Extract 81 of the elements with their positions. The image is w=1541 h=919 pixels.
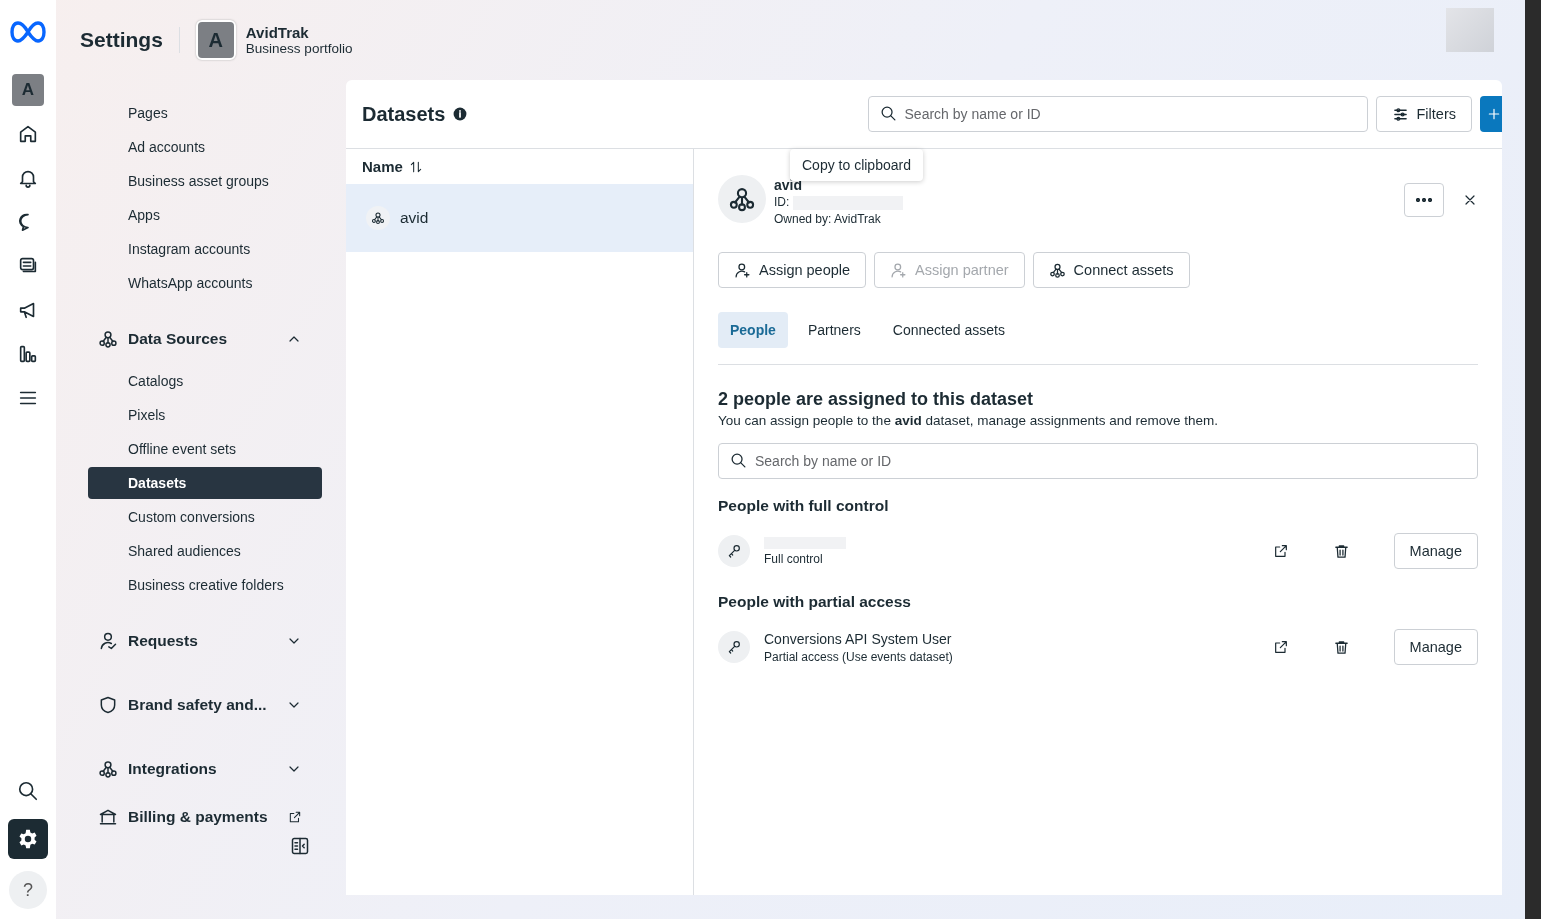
sidebar-item[interactable]: WhatsApp accounts xyxy=(88,266,322,300)
group-heading: People with full control xyxy=(718,497,890,515)
account-avatar[interactable]: A xyxy=(12,74,44,106)
dataset-name: avid xyxy=(400,209,429,227)
more-button[interactable] xyxy=(1404,183,1444,217)
portfolio-type: Business portfolio xyxy=(245,41,353,56)
sidebar-item[interactable]: Ad accounts xyxy=(88,130,322,164)
page-title: Settings xyxy=(80,27,180,53)
sidebar-item[interactable]: Apps xyxy=(88,198,322,232)
home-icon[interactable] xyxy=(17,123,39,145)
search-field[interactable]: Search by name or ID xyxy=(867,96,1368,132)
action-button[interactable]: Assign people xyxy=(718,252,867,288)
sidebar-item[interactable]: Shared audiences xyxy=(88,534,322,568)
settings-icon[interactable] xyxy=(17,828,39,850)
more-icon xyxy=(1416,198,1432,202)
key-icon xyxy=(726,543,742,559)
section-header[interactable]: Billing & payments xyxy=(128,808,278,826)
sidebar-item[interactable]: Custom conversions xyxy=(88,500,322,534)
filters-button[interactable]: Filters xyxy=(1375,96,1472,132)
sidebar-item[interactable]: Pages xyxy=(88,96,322,130)
external-link-icon[interactable] xyxy=(288,810,302,824)
sidebar-item[interactable]: Pixels xyxy=(88,398,322,432)
settings-button[interactable] xyxy=(8,819,48,859)
portfolio-avatar[interactable]: A xyxy=(195,20,236,60)
help-button[interactable]: ? xyxy=(9,871,47,909)
external-link-icon[interactable] xyxy=(1272,543,1289,559)
collapse-sidebar-icon[interactable] xyxy=(290,836,310,856)
person-add-icon xyxy=(734,261,751,279)
person-add-icon xyxy=(890,261,908,279)
trash-icon[interactable] xyxy=(1332,542,1350,560)
nodes-icon xyxy=(371,211,385,225)
group-heading: People with partial access xyxy=(718,593,912,611)
person-check-icon xyxy=(98,631,118,651)
dataset-row[interactable]: avid xyxy=(346,184,693,252)
manage-button[interactable]: Manage xyxy=(1393,533,1478,569)
search-field[interactable]: Search by name or ID xyxy=(718,443,1478,479)
sort-icon[interactable] xyxy=(408,159,423,174)
section-header[interactable]: Brand safety and... xyxy=(128,696,276,714)
nodes-icon xyxy=(98,759,118,779)
nodes-icon xyxy=(728,185,756,213)
info-icon[interactable] xyxy=(453,107,468,121)
owner-text: Owned by: AvidTrak xyxy=(774,211,882,228)
sidebar-item[interactable]: Business creative folders xyxy=(88,568,322,602)
shield-icon xyxy=(98,695,118,715)
bank-icon xyxy=(98,807,118,827)
section-header[interactable]: Data Sources xyxy=(128,330,276,348)
search-icon[interactable] xyxy=(17,780,39,802)
trash-icon[interactable] xyxy=(1332,638,1350,656)
sidebar-item[interactable]: Business asset groups xyxy=(88,164,322,198)
add-button[interactable] xyxy=(1480,96,1502,132)
section-header[interactable]: Integrations xyxy=(128,760,276,778)
plus-icon xyxy=(1486,106,1502,122)
sidebar-item[interactable]: Datasets xyxy=(88,467,322,499)
search-icon xyxy=(730,452,747,469)
id-label: ID: xyxy=(774,194,790,211)
nodes-icon xyxy=(98,329,118,349)
description-text: You can assign people to the avid dataset, manage assignments and remove them. xyxy=(718,413,1220,428)
key-icon xyxy=(726,639,742,655)
tab[interactable]: Connected assets xyxy=(880,312,1017,348)
column-header[interactable]: Name xyxy=(362,158,403,175)
sidebar-item[interactable]: Instagram accounts xyxy=(88,232,322,266)
portfolio-name: AvidTrak xyxy=(245,24,310,41)
scrollbar[interactable] xyxy=(1525,0,1541,919)
access-level: Partial access (Use events dataset) xyxy=(764,649,954,664)
external-link-icon[interactable] xyxy=(1272,639,1289,655)
sliders-icon xyxy=(1391,105,1409,123)
panel-title: Datasets xyxy=(362,102,446,126)
tab[interactable]: People xyxy=(718,312,788,348)
sidebar-item[interactable]: Offline event sets xyxy=(88,432,322,466)
nodes-icon xyxy=(1048,261,1066,279)
section-heading: 2 people are assigned to this dataset xyxy=(718,389,1035,410)
manage-button[interactable]: Manage xyxy=(1393,629,1478,665)
tab[interactable]: Partners xyxy=(795,312,873,348)
infinity-logo-icon[interactable] xyxy=(10,20,46,44)
action-button[interactable]: Connect assets xyxy=(1032,252,1190,288)
bar-chart-icon[interactable] xyxy=(17,343,39,365)
search-icon xyxy=(879,105,897,122)
section-header[interactable]: Requests xyxy=(128,632,276,650)
person-name: Conversions API System User xyxy=(764,630,953,647)
access-level: Full control xyxy=(764,551,824,566)
sidebar-item[interactable]: Catalogs xyxy=(88,364,322,398)
